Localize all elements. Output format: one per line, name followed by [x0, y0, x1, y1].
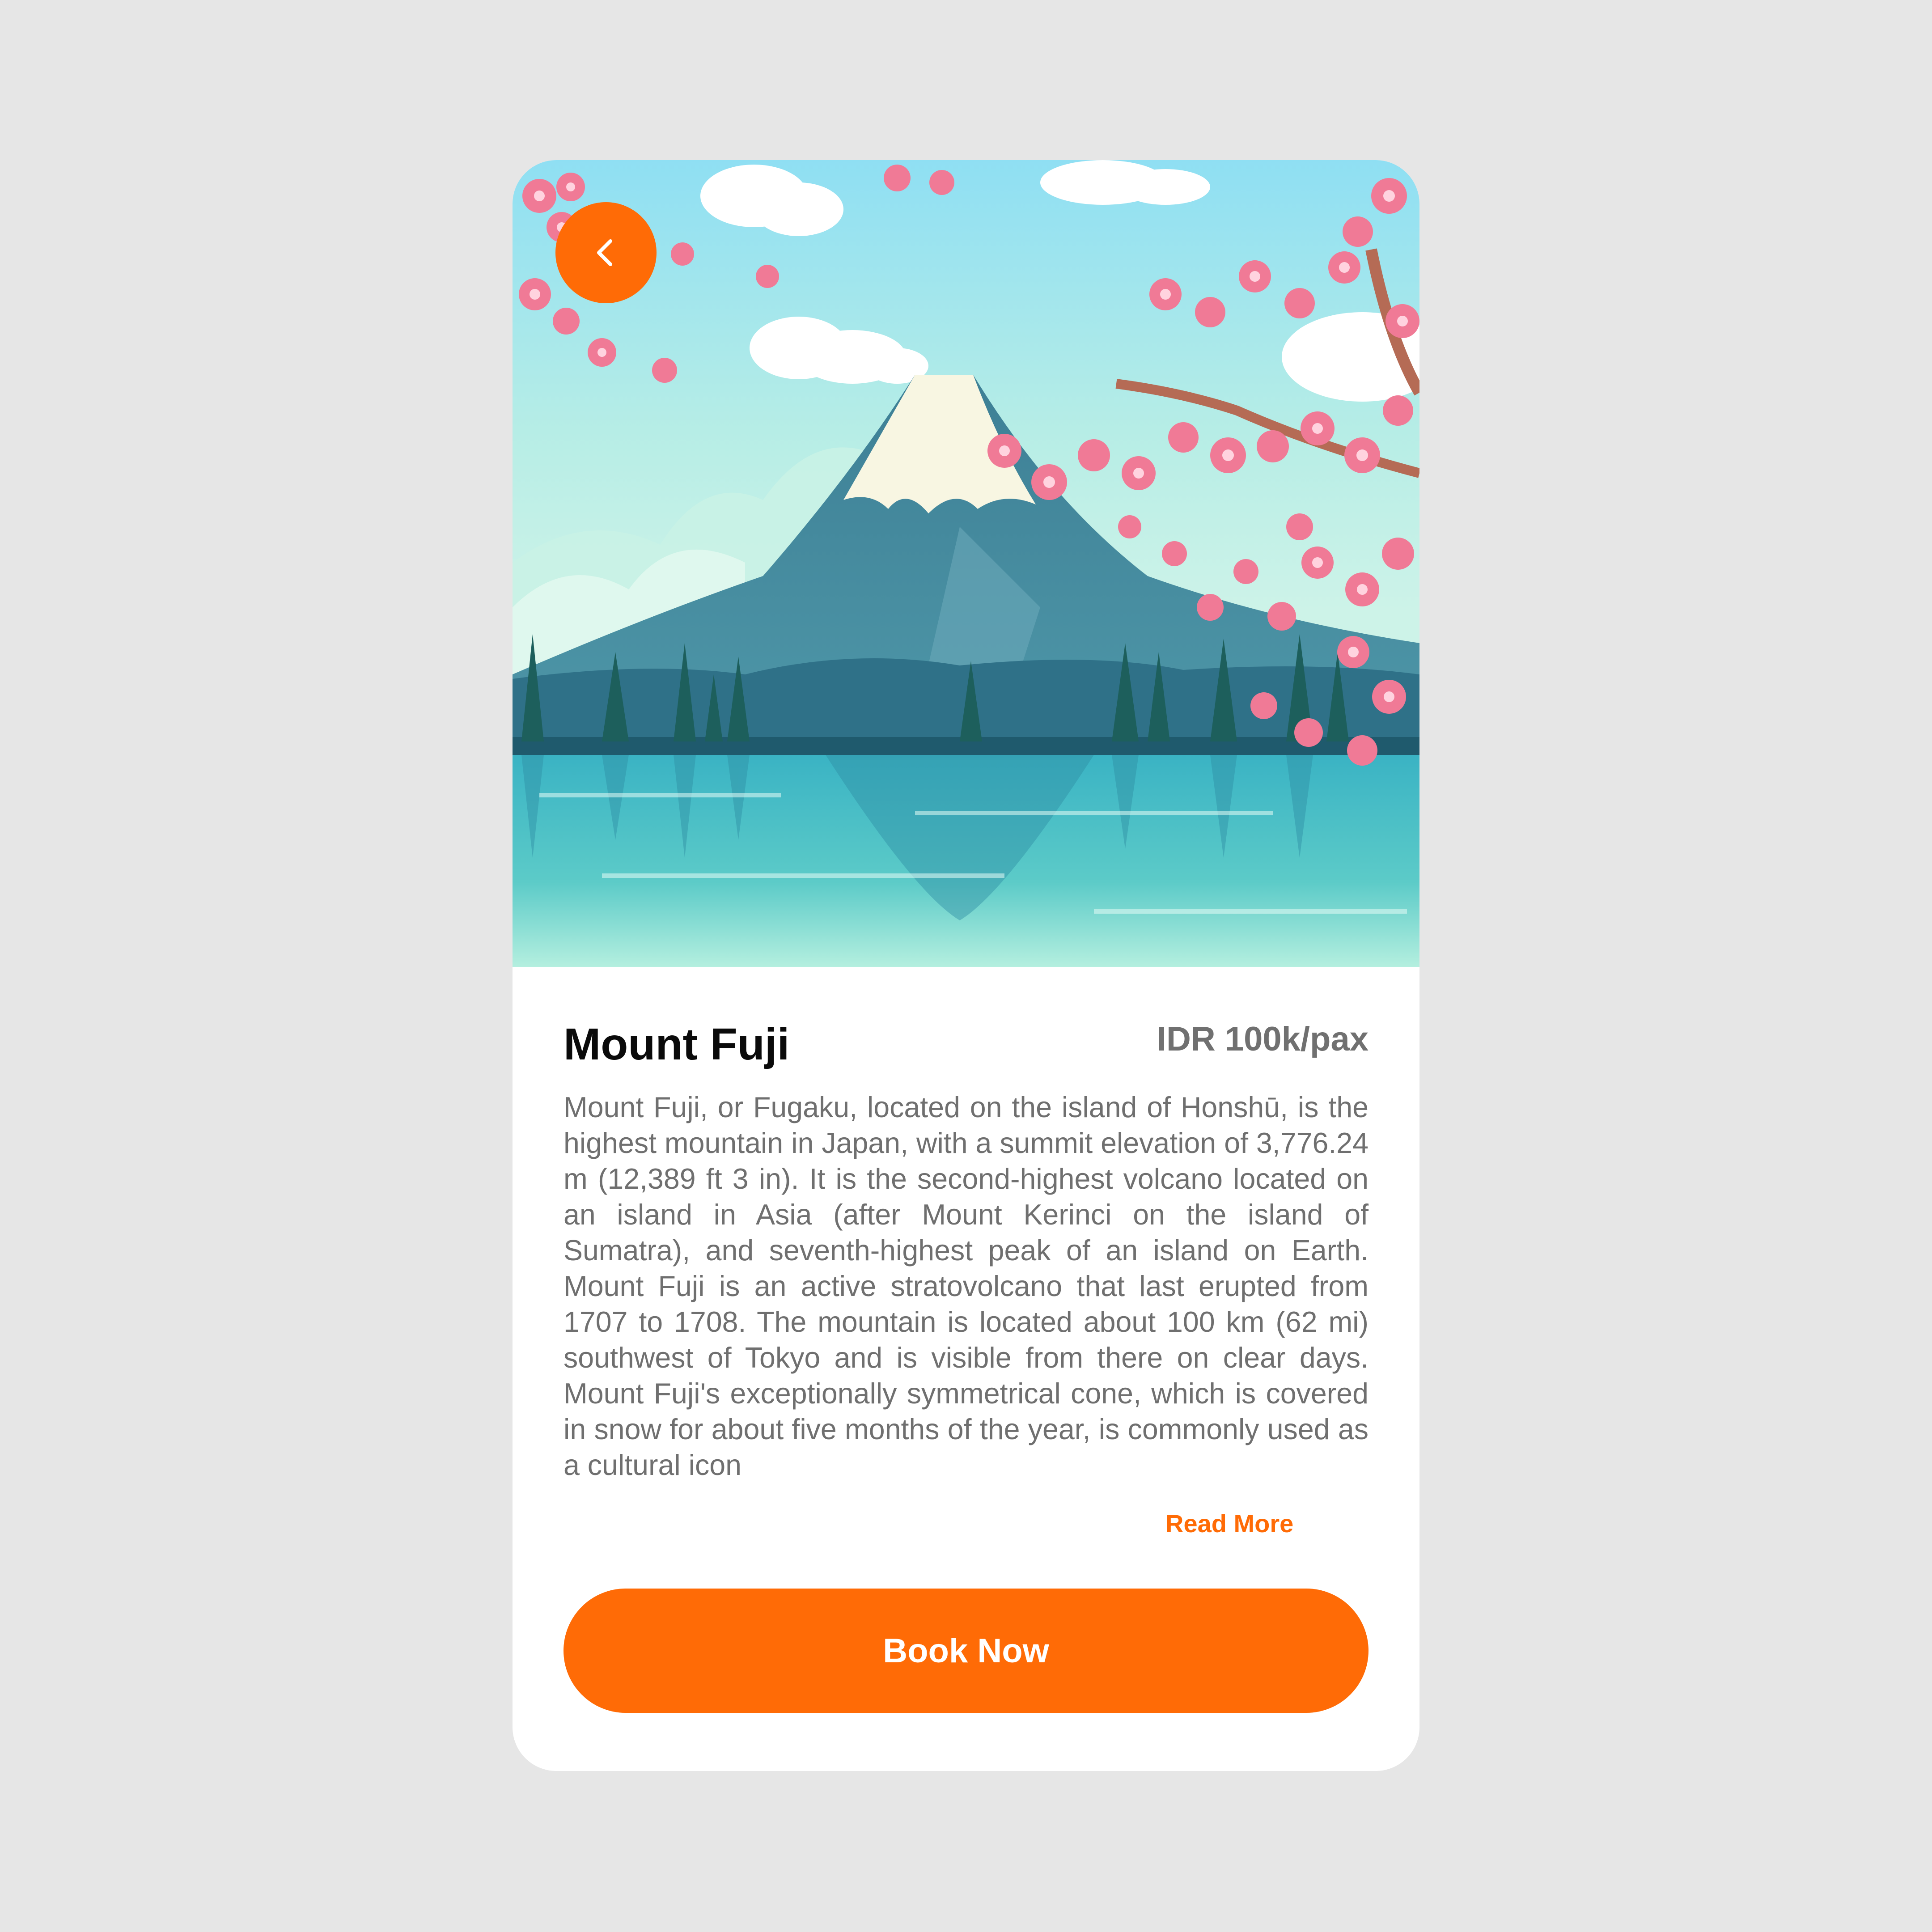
back-button[interactable] — [555, 202, 657, 303]
title-row: Mount Fuji IDR 100k/pax — [564, 967, 1368, 1083]
place-title: Mount Fuji — [564, 1019, 790, 1069]
description-block: Mount Fuji, or Fugaku, located on the is… — [564, 1089, 1368, 1519]
price-label: IDR 100k/pax — [1157, 1020, 1368, 1058]
chevron-left-icon — [597, 239, 612, 266]
hero-image — [513, 160, 1419, 967]
destination-card: Mount Fuji IDR 100k/pax Mount Fuji, or F… — [513, 160, 1419, 1771]
read-more-link[interactable]: Read More — [1165, 1509, 1293, 1538]
place-description: Mount Fuji, or Fugaku, located on the is… — [564, 1091, 1368, 1481]
book-now-button[interactable]: Book Now — [564, 1589, 1368, 1713]
